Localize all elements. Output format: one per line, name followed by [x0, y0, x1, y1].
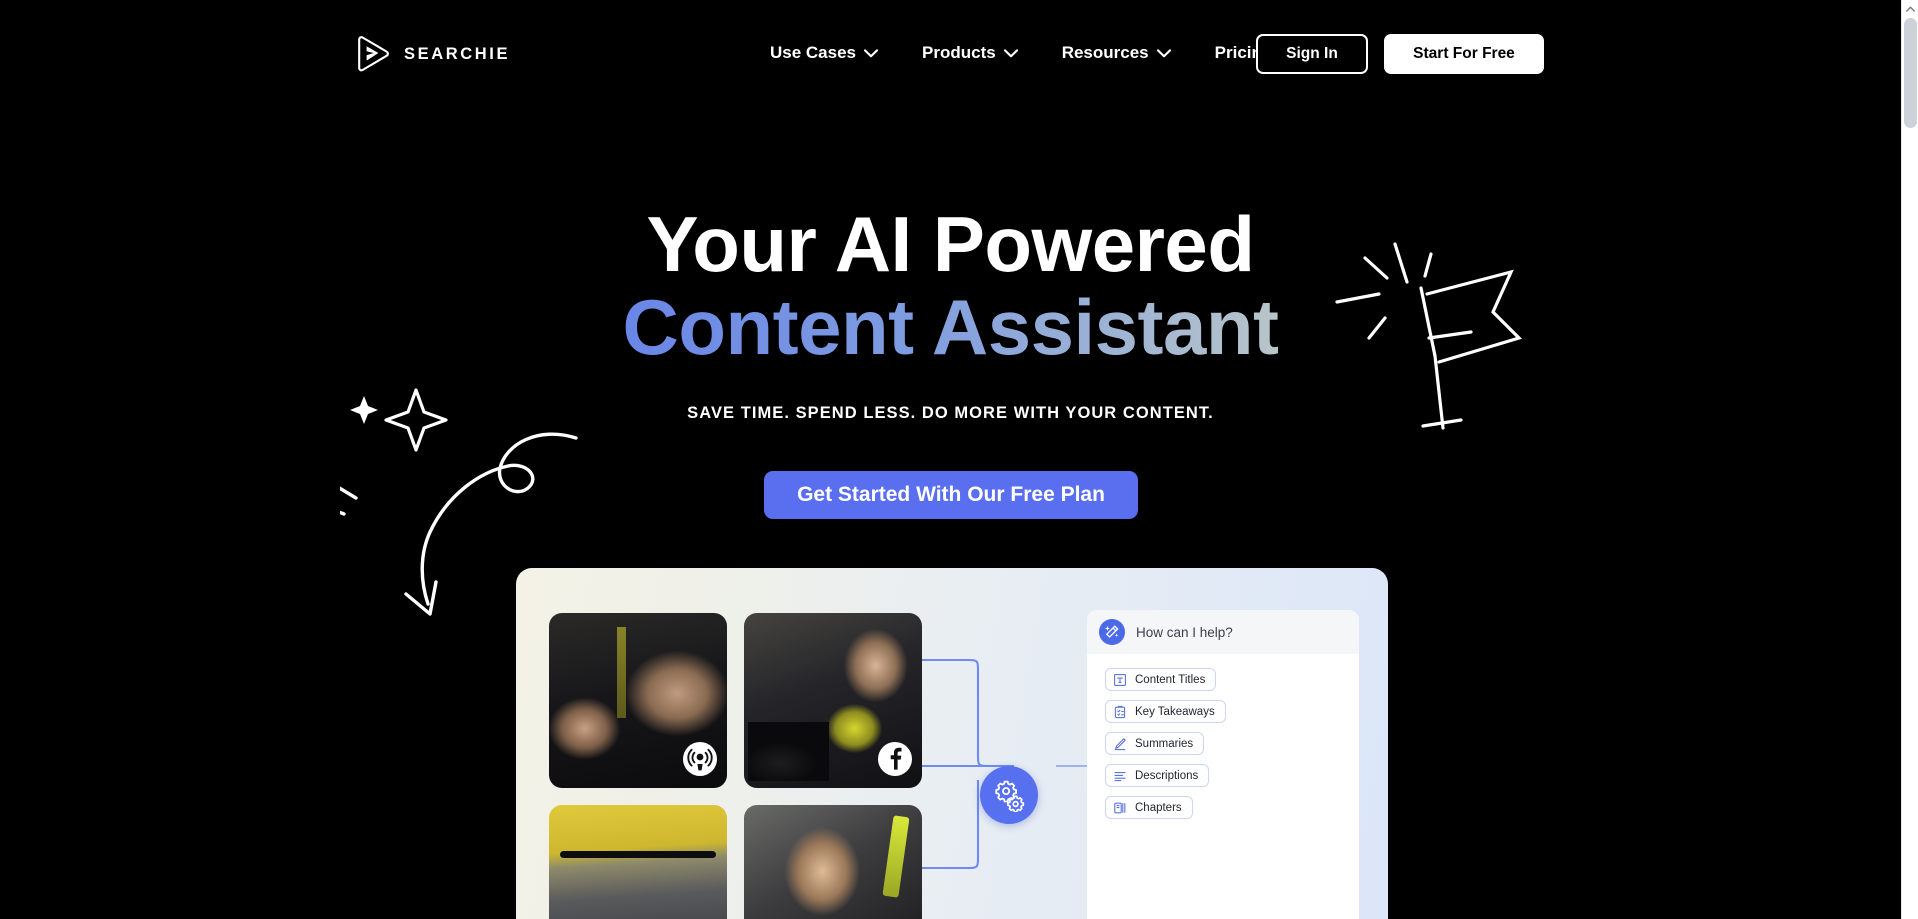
apple-podcasts-badge	[683, 742, 717, 776]
hero-section: Your AI Powered Content Assistant SAVE T…	[0, 0, 1901, 919]
suggestion-chip-summaries[interactable]: Summaries	[1105, 732, 1205, 755]
text-lines-icon	[1114, 771, 1126, 781]
suggestion-chip-chapters[interactable]: Chapters	[1105, 796, 1193, 819]
thumbnail-gym-smiling-woman-photo[interactable]	[744, 805, 922, 919]
suggestion-chip-key-takeaways[interactable]: Key Takeaways	[1105, 700, 1226, 723]
chip-label: Summaries	[1135, 737, 1194, 750]
chip-label: Chapters	[1135, 801, 1182, 814]
chip-label: Content Titles	[1135, 673, 1206, 686]
chip-label: Key Takeaways	[1135, 705, 1215, 718]
scroll-up-button[interactable]	[1902, 0, 1918, 17]
suggestion-chip-content-titles[interactable]: Content Titles	[1105, 668, 1217, 691]
thumbnail-gym-barbell-press-photo[interactable]	[549, 805, 727, 919]
content-thumbnail-grid	[549, 613, 922, 919]
page-title-line1: Your AI Powered	[646, 200, 1255, 288]
ai-assistant-panel: How can I help? Content Titles Key Takea…	[1087, 610, 1359, 919]
scrollbar-thumb[interactable]	[1904, 18, 1917, 128]
highlighter-pen-icon	[1114, 737, 1126, 750]
magic-wand-avatar	[1099, 619, 1125, 645]
magic-wand-icon	[1105, 625, 1119, 638]
chip-label: Descriptions	[1135, 769, 1199, 782]
text-frame-icon	[1114, 673, 1126, 686]
facebook-icon	[878, 742, 912, 776]
assistant-greeting: How can I help?	[1136, 624, 1233, 640]
thumbnail-gym-handshake-photo[interactable]	[549, 613, 727, 788]
thumbnail-gym-headphones-photo[interactable]	[744, 613, 922, 788]
dash-marks	[340, 486, 358, 516]
get-started-button[interactable]: Get Started With Our Free Plan	[764, 471, 1138, 519]
browser-scrollbar[interactable]	[1901, 0, 1918, 919]
page-root: SEARCHIE Use Cases Products Resources Pr…	[0, 0, 1918, 919]
hero-subheadline: SAVE TIME. SPEND LESS. DO MORE WITH YOUR…	[687, 404, 1214, 422]
facebook-badge	[878, 742, 912, 776]
clipboard-list-icon	[1114, 705, 1126, 718]
ai-processing-node[interactable]	[980, 766, 1038, 824]
assistant-header: How can I help?	[1087, 610, 1359, 654]
book-chapters-icon	[1114, 802, 1126, 813]
gears-icon	[995, 780, 1025, 812]
page-title-line2: Content Assistant	[0, 288, 1901, 366]
chevron-up-icon	[1906, 6, 1915, 12]
suggestion-chip-list: Content Titles Key Takeaways Summaries D…	[1087, 654, 1359, 819]
apple-podcasts-icon	[683, 742, 717, 776]
suggestion-chip-descriptions[interactable]: Descriptions	[1105, 764, 1210, 787]
